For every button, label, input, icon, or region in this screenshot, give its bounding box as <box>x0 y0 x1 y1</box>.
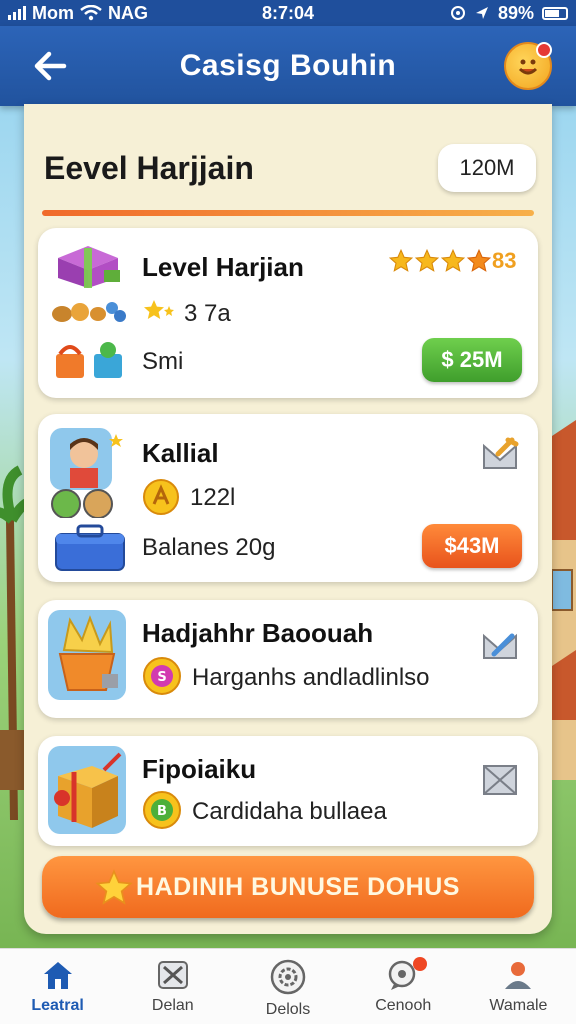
app-header: Casisg Bouhin <box>0 26 576 106</box>
nav-item-home[interactable]: Leatral <box>0 949 115 1024</box>
crossed-swords-icon[interactable] <box>478 434 522 478</box>
notification-dot <box>412 957 427 971</box>
card-sub: Harganhs andladlinlso <box>192 664 430 691</box>
price-button[interactable]: $43M <box>422 524 522 568</box>
navigation-arrow-icon <box>475 7 488 19</box>
nav-label: Cenooh <box>375 997 432 1014</box>
balance-pill[interactable]: 120M <box>438 144 536 192</box>
bonus-label: HADINIH BUNUSE DOHUS <box>136 872 460 901</box>
back-button[interactable] <box>30 46 70 86</box>
bonus-button[interactable]: HADINIH BUNUSE DOHUS <box>42 856 534 918</box>
panel-title: Eevel Harjjain <box>44 150 254 186</box>
carrier-label: Mom <box>32 2 74 23</box>
star-icon <box>466 248 492 272</box>
card-detail: Balanes 20g <box>142 534 276 561</box>
green-badge-icon: B <box>143 791 181 829</box>
ticket-icon[interactable] <box>478 624 522 668</box>
price-button[interactable]: $ 25M <box>422 338 522 382</box>
signal-icon <box>8 6 26 20</box>
card-level-harjian[interactable]: Level Harjian 83 3 7a Smi $ 25M <box>38 228 538 398</box>
card-kallial[interactable]: Kallial 122l Balanes 20g $43M <box>38 414 538 582</box>
coins-icon <box>52 302 126 322</box>
nav-item-delan[interactable]: Delan <box>115 949 230 1024</box>
status-bar: Mom NAG 8:7:04 89% <box>0 0 576 26</box>
gift-box-icon <box>58 246 120 288</box>
battery-percent: 89% <box>497 2 534 23</box>
main-panel: Eevel Harjjain 120M Level Harjian 83 3 7… <box>24 104 552 934</box>
badge-icon: S <box>143 657 181 695</box>
box-icon[interactable] <box>478 758 522 802</box>
character-avatar-icon <box>50 428 123 518</box>
rating-stars: 83 <box>388 248 516 274</box>
star-icon <box>440 248 466 272</box>
profile-button[interactable] <box>504 42 552 90</box>
gift-pots-icon <box>56 342 122 378</box>
nav-item-wamale[interactable]: Wamale <box>461 949 576 1024</box>
card-title: Hadjahhr Baoouah <box>142 618 374 648</box>
home-icon <box>43 962 72 989</box>
star-icon <box>95 869 133 905</box>
star-icon <box>388 248 414 272</box>
page-title: Casisg Bouhin <box>179 49 397 82</box>
clock: 8:7:04 <box>261 2 315 23</box>
card-hadjahhr-baoouah[interactable]: Hadjahhr Baoouah S Harganhs andladlinlso <box>38 600 538 718</box>
person-icon <box>505 962 532 989</box>
network-label: NAG <box>108 2 148 23</box>
plant-pot-icon <box>48 610 126 700</box>
notification-dot <box>536 42 552 58</box>
nav-label: Leatral <box>31 997 84 1014</box>
card-title: Fipoiaiku <box>142 754 257 784</box>
arrow-left-icon <box>34 51 67 81</box>
card-title: Level Harjian <box>142 252 304 282</box>
nav-label: Wamale <box>489 997 548 1014</box>
card-title: Kallial <box>142 438 219 468</box>
svg-text:S: S <box>157 670 166 685</box>
location-icon <box>450 6 465 20</box>
card-detail: Smi <box>142 348 184 375</box>
panel-divider <box>42 210 534 216</box>
gear-icon <box>270 959 306 995</box>
coin-icon <box>143 479 179 515</box>
wifi-icon <box>80 5 102 21</box>
crossed-tools-icon <box>157 961 188 989</box>
nav-label: Delols <box>265 1001 311 1018</box>
card-sub: Cardidaha bullaea <box>192 798 387 825</box>
rating-count: 83 <box>492 248 517 273</box>
battery-icon <box>542 6 568 20</box>
card-sub: 122l <box>190 484 236 511</box>
star-small-icon <box>144 300 174 319</box>
toolbox-icon <box>55 524 125 571</box>
bottom-nav: Leatral Delan Delols Cenooh Wamale <box>0 948 576 1024</box>
star-icon <box>414 248 440 272</box>
nav-item-delols[interactable]: Delols <box>230 949 345 1024</box>
nav-item-cenooh[interactable]: Cenooh <box>346 949 461 1024</box>
card-fipoiaiku[interactable]: Fipoiaiku B Cardidaha bullaea <box>38 736 538 846</box>
treasure-box-icon <box>48 746 126 834</box>
card-rating-text: 3 7a <box>184 300 231 327</box>
nav-label: Delan <box>151 997 194 1014</box>
svg-text:B: B <box>157 804 167 819</box>
